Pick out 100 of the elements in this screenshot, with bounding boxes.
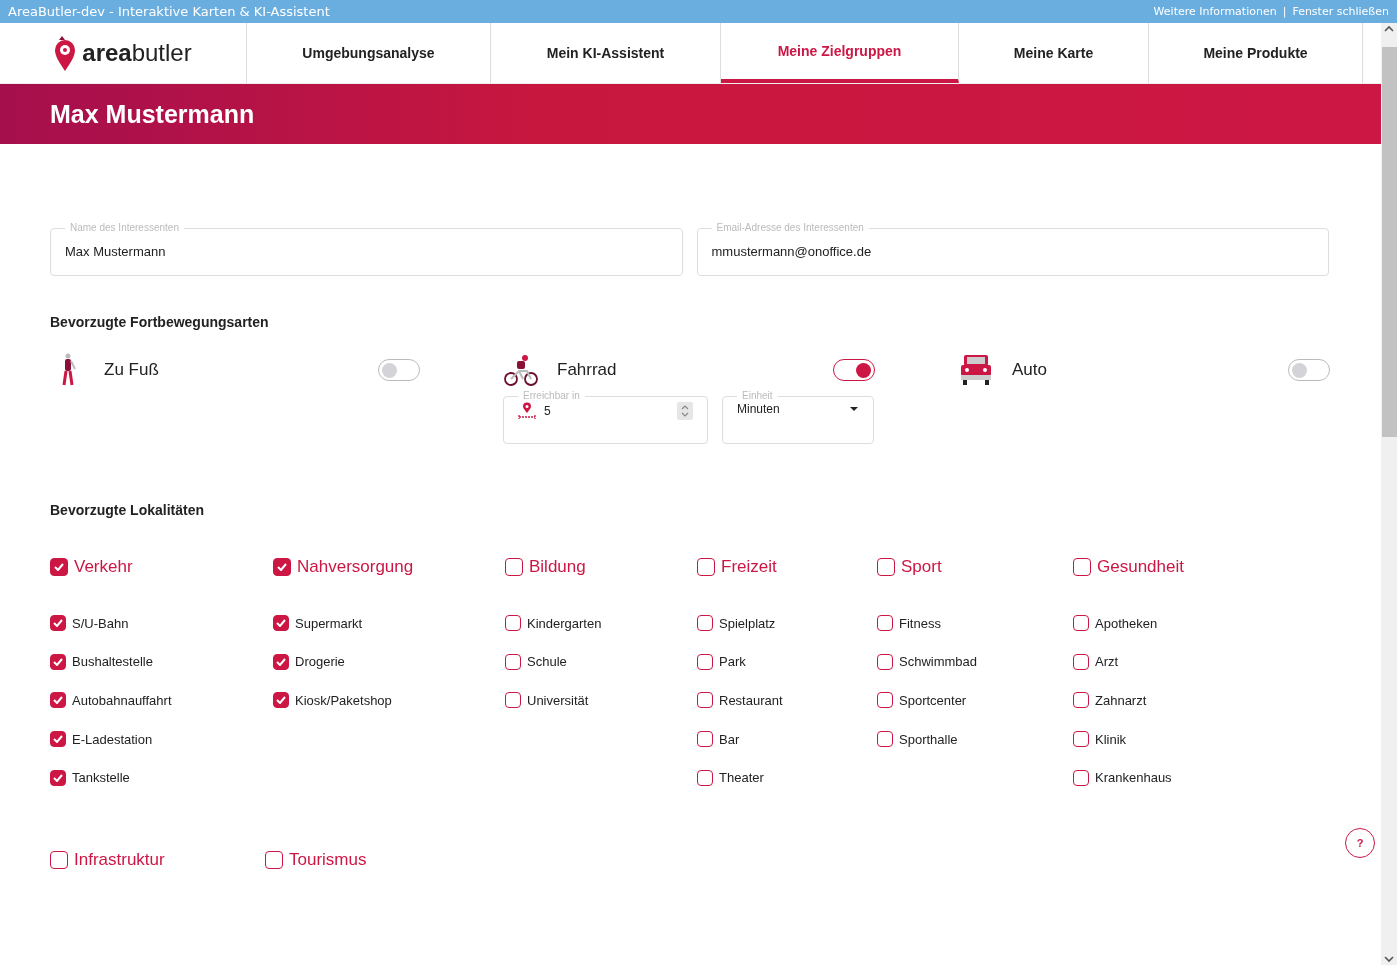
checkbox[interactable] — [1073, 692, 1089, 709]
logo-text: areabutler — [82, 39, 192, 67]
checkbox[interactable] — [50, 615, 66, 632]
option-label[interactable]: Sportcenter — [899, 693, 967, 708]
checkbox[interactable] — [273, 615, 289, 632]
checkmark-icon — [53, 619, 63, 628]
category-label[interactable]: Gesundheit — [1097, 557, 1184, 577]
caret-icon — [849, 406, 859, 412]
unit-dropdown[interactable]: Einheit Minuten — [722, 390, 874, 444]
category-label[interactable]: Verkehr — [74, 557, 133, 577]
option-label[interactable]: Drogerie — [295, 654, 345, 670]
checkbox[interactable] — [50, 769, 66, 786]
option-label[interactable]: Kiosk/Paketshop — [295, 693, 392, 708]
distance-pin-icon — [518, 402, 536, 420]
dropdown-value: Minuten — [737, 402, 780, 416]
field-label: Einheit — [741, 390, 774, 402]
category-label[interactable]: Bildung — [529, 557, 586, 577]
option-label[interactable]: Schwimmbad — [899, 654, 978, 670]
checkbox[interactable] — [505, 558, 523, 576]
checkbox[interactable] — [1073, 653, 1089, 670]
option-label[interactable]: Apotheken — [1095, 615, 1158, 631]
checkbox[interactable] — [1073, 731, 1089, 748]
option-label[interactable]: Bushaltestelle — [72, 654, 153, 670]
toggle-switch[interactable] — [1288, 359, 1330, 381]
text-field[interactable]: Email-Adresse des Interessenten mmustermann@onoffice.de — [696, 222, 1329, 276]
option-label[interactable]: Tankstelle — [72, 770, 130, 786]
checkbox[interactable] — [50, 653, 66, 670]
checkbox[interactable] — [1073, 615, 1089, 632]
checkbox[interactable] — [505, 692, 521, 709]
field-label: Email-Adresse des Interessenten — [715, 222, 865, 234]
mode-label: Zu Fuß — [104, 360, 160, 380]
checkbox[interactable] — [1073, 558, 1091, 576]
scrollbar[interactable] — [1381, 23, 1397, 965]
checkbox[interactable] — [505, 615, 521, 632]
checkbox[interactable] — [265, 851, 283, 869]
category-label[interactable]: Sport — [901, 557, 942, 577]
checkbox[interactable] — [50, 558, 68, 576]
checkbox[interactable] — [697, 731, 713, 748]
checkbox[interactable] — [877, 653, 893, 670]
checkbox[interactable] — [877, 692, 893, 709]
number-field[interactable]: Erreichbar in 5 — [503, 390, 708, 444]
link-separator: | — [1282, 5, 1287, 18]
option-label[interactable]: Universität — [527, 693, 589, 708]
scroll-down-icon[interactable] — [1384, 955, 1394, 963]
option-label[interactable]: Supermarkt — [295, 615, 363, 631]
checkbox[interactable] — [50, 692, 66, 709]
checkbox[interactable] — [697, 615, 713, 632]
scroll-up-icon[interactable] — [1384, 25, 1394, 33]
toggle-switch[interactable] — [378, 359, 420, 381]
checkmark-icon — [53, 657, 63, 666]
checkbox[interactable] — [50, 851, 68, 869]
checkbox[interactable] — [50, 731, 66, 748]
scrollbar-thumb[interactable] — [1381, 47, 1397, 437]
category-label[interactable]: Tourismus — [289, 850, 367, 870]
option-label[interactable]: Autobahnauffahrt — [72, 693, 172, 708]
checkmark-icon — [54, 563, 64, 571]
checkbox[interactable] — [877, 615, 893, 632]
checkbox[interactable] — [697, 653, 713, 670]
window-title: AreaButler-dev - Interaktive Karten & KI-Assistent — [8, 4, 330, 19]
checkbox[interactable] — [697, 558, 715, 576]
option-label[interactable]: Krankenhaus — [1095, 770, 1172, 786]
option-label[interactable]: Schule — [527, 654, 567, 670]
option-label[interactable]: Restaurant — [719, 693, 783, 708]
checkmark-icon — [53, 696, 63, 705]
checkbox[interactable] — [273, 653, 289, 670]
option-label[interactable]: E-Ladestation — [72, 731, 153, 747]
option-label[interactable]: Bar — [719, 731, 740, 747]
field-value: 5 — [544, 404, 552, 418]
text-field[interactable]: Name des Interessenten Max Mustermann — [50, 222, 683, 276]
option-label[interactable]: Sporthalle — [899, 731, 958, 747]
option-label[interactable]: Fitness — [899, 615, 941, 631]
option-label[interactable]: S/U-Bahn — [72, 615, 129, 631]
option-label[interactable]: Kindergarten — [527, 615, 602, 631]
option-label[interactable]: Spielplatz — [719, 615, 776, 631]
option-label[interactable]: Arzt — [1095, 654, 1119, 670]
field-label: Erreichbar in — [522, 390, 581, 402]
section-heading: Bevorzugte Lokalitäten — [50, 502, 206, 518]
option-label[interactable]: Theater — [719, 770, 764, 786]
checkbox[interactable] — [1073, 769, 1089, 786]
category-label[interactable]: Nahversorgung — [297, 557, 414, 577]
checkbox[interactable] — [877, 731, 893, 748]
mode-label: Fahrrad — [557, 360, 618, 380]
checkbox[interactable] — [273, 692, 289, 709]
checkbox[interactable] — [877, 558, 895, 576]
checkmark-icon — [276, 657, 286, 666]
help-button[interactable]: ? — [1345, 828, 1375, 858]
option-label[interactable]: Klinik — [1095, 731, 1127, 747]
checkbox[interactable] — [697, 769, 713, 786]
checkmark-icon — [276, 619, 286, 628]
spinner-arrows-icon[interactable] — [677, 402, 693, 420]
category-label[interactable]: Freizeit — [721, 557, 777, 577]
nav-tab[interactable]: Meine Zielgruppen — [721, 23, 959, 83]
category-label[interactable]: Infrastruktur — [74, 850, 165, 870]
toggle-switch[interactable] — [833, 359, 875, 381]
cyclist-icon — [503, 353, 539, 387]
checkbox[interactable] — [273, 558, 291, 576]
checkbox[interactable] — [697, 692, 713, 709]
option-label[interactable]: Park — [719, 654, 746, 670]
option-label[interactable]: Zahnarzt — [1095, 693, 1147, 708]
checkbox[interactable] — [505, 653, 521, 670]
